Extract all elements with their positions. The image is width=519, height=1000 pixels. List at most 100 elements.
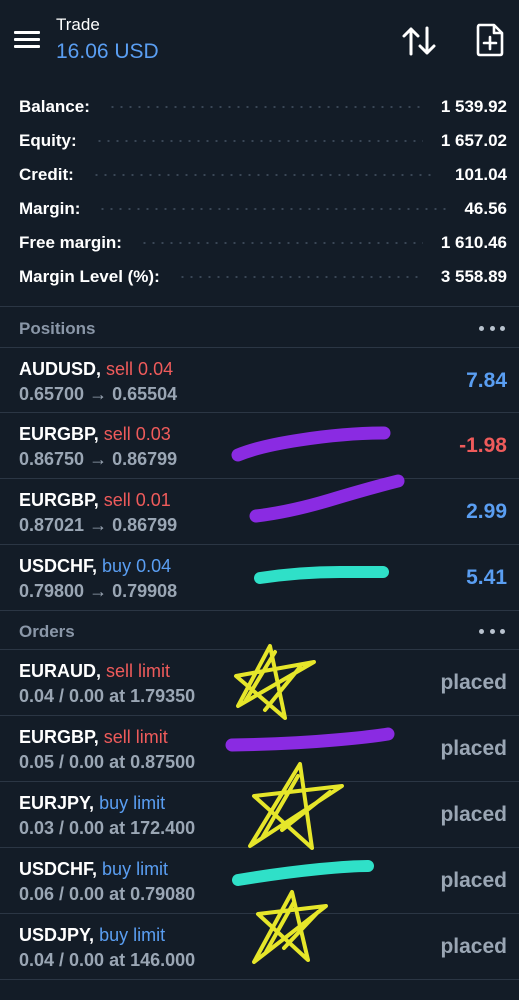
more-dots-icon[interactable] bbox=[479, 620, 505, 642]
dotted-leader bbox=[107, 106, 423, 108]
order-type: buy limit bbox=[99, 925, 166, 945]
trade-action: buy 0.04 bbox=[102, 556, 172, 576]
trade-action: sell 0.01 bbox=[103, 490, 171, 510]
summary-label: Credit: bbox=[19, 165, 74, 184]
divider bbox=[0, 306, 519, 307]
hamburger-menu-icon[interactable] bbox=[14, 29, 42, 51]
order-type: buy limit bbox=[102, 859, 169, 879]
dotted-leader bbox=[139, 242, 423, 244]
order-row[interactable]: EURJPY, buy limit 0.03 / 0.00 at 172.400… bbox=[0, 781, 519, 847]
order-details: 0.03 / 0.00 at 172.400 bbox=[19, 818, 196, 838]
separator: , bbox=[93, 727, 99, 747]
position-title: EURGBP, sell 0.03 bbox=[19, 424, 171, 445]
order-details: 0.06 / 0.00 at 0.79080 bbox=[19, 884, 196, 904]
symbol: USDCHF bbox=[19, 556, 93, 576]
profit-value: -1.98 bbox=[459, 434, 507, 457]
symbol: EURGBP bbox=[19, 727, 94, 747]
dotted-leader bbox=[98, 208, 447, 210]
new-document-icon[interactable] bbox=[474, 22, 506, 58]
summary-row-credit: Credit: 101.04 bbox=[0, 158, 519, 192]
more-dots-icon[interactable] bbox=[479, 317, 505, 339]
sort-arrows-icon[interactable] bbox=[400, 24, 438, 58]
order-status: placed bbox=[440, 935, 507, 958]
order-title: USDCHF, buy limit bbox=[19, 859, 168, 880]
order-row[interactable]: EURAUD, sell limit 0.04 / 0.00 at 1.7935… bbox=[0, 649, 519, 715]
section-title: Positions bbox=[19, 319, 96, 338]
separator: , bbox=[89, 925, 95, 945]
separator: , bbox=[96, 359, 102, 379]
symbol: AUDUSD bbox=[19, 359, 97, 379]
order-status: placed bbox=[440, 737, 507, 760]
dotted-leader bbox=[91, 174, 437, 176]
symbol: USDJPY bbox=[19, 925, 90, 945]
profit-value: 2.99 bbox=[466, 500, 507, 523]
order-status: placed bbox=[440, 671, 507, 694]
dotted-leader bbox=[177, 276, 423, 278]
symbol: EURGBP bbox=[19, 490, 94, 510]
summary-value: 1 539.92 bbox=[440, 97, 507, 116]
account-profit-subtitle: 16.06 USD bbox=[56, 40, 159, 63]
order-status: placed bbox=[440, 803, 507, 826]
order-title: USDJPY, buy limit bbox=[19, 925, 165, 946]
section-title: Orders bbox=[19, 622, 75, 641]
separator: , bbox=[93, 490, 99, 510]
position-title: AUDUSD, sell 0.04 bbox=[19, 359, 173, 380]
order-title: EURGBP, sell limit bbox=[19, 727, 168, 748]
order-row[interactable]: USDJPY, buy limit 0.04 / 0.00 at 146.000… bbox=[0, 913, 519, 979]
orders-section-header: Orders bbox=[0, 612, 519, 650]
order-status: placed bbox=[440, 869, 507, 892]
summary-value: 1 610.46 bbox=[440, 233, 507, 252]
divider bbox=[0, 610, 519, 611]
order-title: EURJPY, buy limit bbox=[19, 793, 165, 814]
dotted-leader bbox=[94, 140, 423, 142]
order-details: 0.05 / 0.00 at 0.87500 bbox=[19, 752, 196, 772]
order-type: sell limit bbox=[103, 727, 168, 747]
separator: , bbox=[96, 661, 102, 681]
summary-row-margin: Margin: 46.56 bbox=[0, 192, 519, 226]
order-title: EURAUD, sell limit bbox=[19, 661, 170, 682]
symbol: EURJPY bbox=[19, 793, 90, 813]
order-details: 0.04 / 0.00 at 1.79350 bbox=[19, 686, 196, 706]
separator: , bbox=[93, 424, 99, 444]
page-title: Trade bbox=[56, 15, 100, 34]
order-row[interactable]: EURGBP, sell limit 0.05 / 0.00 at 0.8750… bbox=[0, 715, 519, 781]
position-title: EURGBP, sell 0.01 bbox=[19, 490, 171, 511]
separator: , bbox=[92, 859, 98, 879]
price-change: 0.87021 → 0.86799 bbox=[19, 515, 178, 535]
trade-action: sell 0.04 bbox=[106, 359, 174, 379]
summary-value: 101.04 bbox=[455, 165, 507, 184]
summary-row-free-margin: Free margin: 1 610.46 bbox=[0, 226, 519, 260]
summary-row-equity: Equity: 1 657.02 bbox=[0, 124, 519, 158]
trade-action: sell 0.03 bbox=[103, 424, 171, 444]
symbol: USDCHF bbox=[19, 859, 93, 879]
summary-value: 3 558.89 bbox=[440, 267, 507, 286]
separator: , bbox=[92, 556, 98, 576]
position-row[interactable]: USDCHF, buy 0.04 0.79800 → 0.79908 5.41 bbox=[0, 544, 519, 610]
summary-row-balance: Balance: 1 539.92 bbox=[0, 90, 519, 124]
position-row[interactable]: AUDUSD, sell 0.04 0.65700 → 0.65504 7.84 bbox=[0, 347, 519, 413]
profit-value: 5.41 bbox=[466, 566, 507, 589]
position-row[interactable]: EURGBP, sell 0.03 0.86750 → 0.86799 -1.9… bbox=[0, 412, 519, 478]
symbol: EURGBP bbox=[19, 424, 94, 444]
summary-label: Equity: bbox=[19, 131, 77, 150]
summary-label: Balance: bbox=[19, 97, 90, 116]
divider bbox=[0, 979, 519, 980]
price-change: 0.65700 → 0.65504 bbox=[19, 384, 178, 404]
order-type: sell limit bbox=[106, 661, 171, 681]
summary-value: 1 657.02 bbox=[440, 131, 507, 150]
symbol: EURAUD bbox=[19, 661, 97, 681]
price-change: 0.79800 → 0.79908 bbox=[19, 581, 178, 601]
price-change: 0.86750 → 0.86799 bbox=[19, 449, 178, 469]
summary-value: 46.56 bbox=[464, 199, 507, 218]
order-details: 0.04 / 0.00 at 146.000 bbox=[19, 950, 196, 970]
positions-section-header: Positions bbox=[0, 309, 519, 347]
order-type: buy limit bbox=[99, 793, 166, 813]
top-app-bar: Trade 16.06 USD bbox=[0, 0, 519, 82]
position-title: USDCHF, buy 0.04 bbox=[19, 556, 171, 577]
order-row[interactable]: USDCHF, buy limit 0.06 / 0.00 at 0.79080… bbox=[0, 847, 519, 913]
position-row[interactable]: EURGBP, sell 0.01 0.87021 → 0.86799 2.99 bbox=[0, 478, 519, 544]
separator: , bbox=[89, 793, 95, 813]
summary-label: Margin Level (%): bbox=[19, 267, 160, 286]
trade-screen: Trade 16.06 USD Balance: 1 539.92 Equity… bbox=[0, 0, 519, 1000]
summary-row-margin-level: Margin Level (%): 3 558.89 bbox=[0, 260, 519, 294]
